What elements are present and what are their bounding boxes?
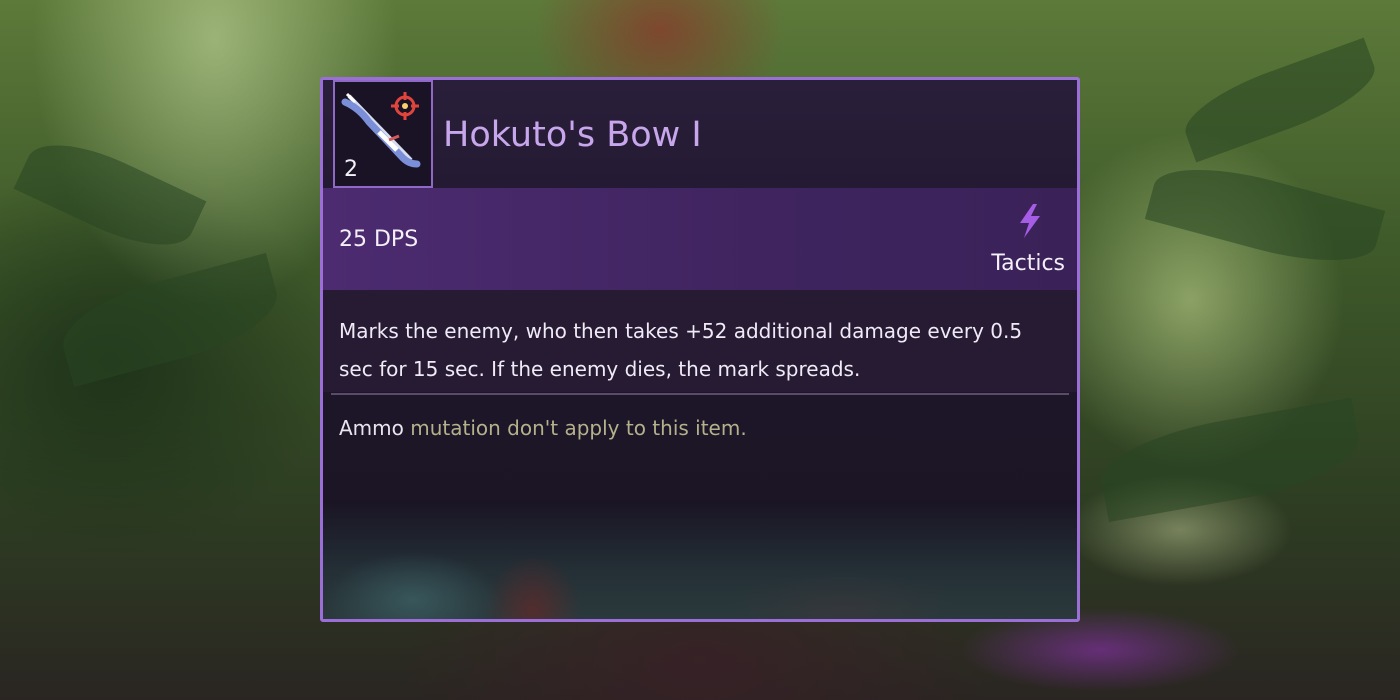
item-dps: 25 DPS	[339, 227, 419, 252]
item-name: Hokuto's Bow I	[443, 115, 702, 155]
description-section: Marks the enemy, who then takes +52 addi…	[323, 290, 1077, 392]
lightning-bolt-icon	[1020, 204, 1040, 238]
mutation-note: Ammo mutation don't apply to this item.	[339, 413, 747, 443]
background-leaf	[53, 252, 287, 388]
tooltip-background-scene	[323, 500, 1077, 619]
background-leaf	[1144, 151, 1386, 279]
background-leaf	[13, 125, 207, 265]
background-leaf	[1175, 37, 1385, 163]
stat-bar: 25 DPS Tactics	[323, 188, 1077, 290]
note-keyword: Ammo	[339, 416, 404, 440]
category-label: Tactics	[991, 251, 1065, 276]
tooltip-header: 2 Hokuto's Bow I	[323, 80, 1077, 188]
background-leaf	[1095, 398, 1365, 522]
item-tier: 2	[344, 157, 358, 182]
item-tooltip: 2 Hokuto's Bow I 25 DPS Tactics Marks th…	[320, 77, 1080, 622]
item-description: Marks the enemy, who then takes +52 addi…	[339, 319, 1023, 381]
bow-with-crosshair-icon	[341, 92, 421, 168]
item-icon-slot: 2	[333, 80, 433, 188]
note-text: mutation don't apply to this item.	[403, 416, 747, 440]
category-badge: Tactics	[975, 204, 1065, 280]
section-divider	[331, 393, 1069, 395]
